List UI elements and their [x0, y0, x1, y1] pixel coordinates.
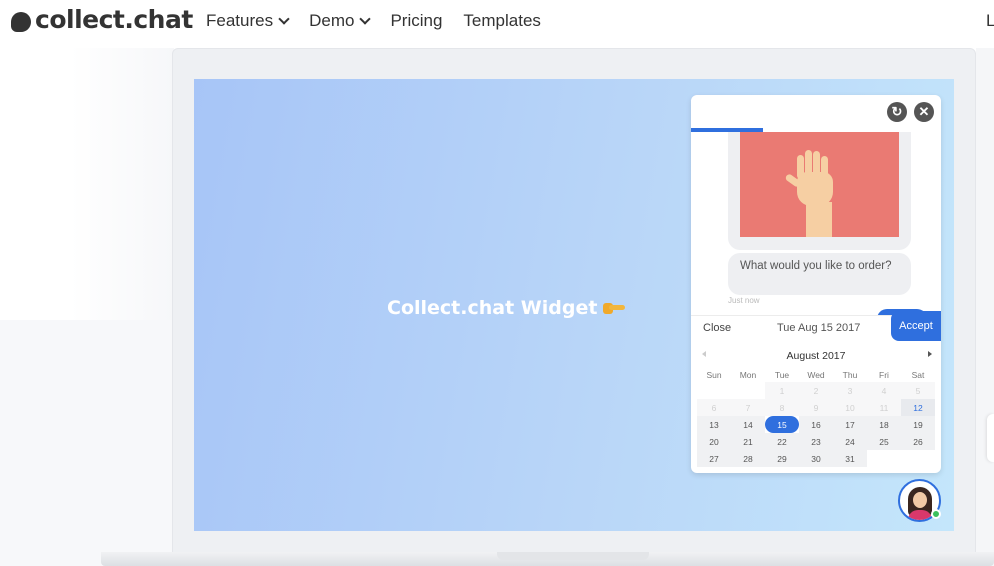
weekday-label: Sat: [911, 370, 925, 380]
weekday-header: Sun Mon Tue Wed Thu Fri Sat: [697, 370, 935, 380]
calendar-day-27[interactable]: 27: [697, 450, 731, 467]
waving-hand-image: [740, 132, 899, 237]
background-panel: [0, 320, 175, 566]
calendar-day-18[interactable]: 18: [867, 416, 901, 433]
close-icon: ✕: [918, 104, 930, 119]
nav-templates[interactable]: Templates: [463, 11, 540, 31]
logo[interactable]: collect.chat: [11, 5, 193, 34]
calendar-day-17[interactable]: 17: [833, 416, 867, 433]
calendar-day-31[interactable]: 31: [833, 450, 867, 467]
calendar-day-26[interactable]: 26: [901, 433, 935, 450]
calendar-day-13[interactable]: 13: [697, 416, 731, 433]
weekday-label: Fri: [879, 370, 889, 380]
calendar-day-24[interactable]: 24: [833, 433, 867, 450]
calendar-day-12[interactable]: 12: [901, 399, 935, 416]
nav-pricing[interactable]: Pricing: [390, 11, 442, 31]
calendar-empty-cell: [901, 450, 935, 467]
chat-bubble-icon: [11, 11, 31, 32]
nav-features[interactable]: Features: [206, 11, 290, 31]
calendar-day-28[interactable]: 28: [731, 450, 765, 467]
calendar-day-11: 11: [867, 399, 901, 416]
calendar-day-30[interactable]: 30: [799, 450, 833, 467]
refresh-icon: ↻: [891, 104, 903, 119]
date-picker-bar: Close Tue Aug 15 2017 Accept: [691, 311, 941, 341]
background-panel-right: [976, 48, 994, 566]
chevron-down-icon: [278, 13, 290, 25]
picker-close-button[interactable]: Close: [703, 322, 731, 334]
online-status-dot: [931, 509, 941, 519]
calendar-day-23[interactable]: 23: [799, 433, 833, 450]
nav-templates-label: Templates: [463, 11, 541, 30]
next-month-icon[interactable]: [928, 351, 932, 357]
accept-button[interactable]: Accept: [891, 311, 941, 341]
weekday-label: Mon: [739, 370, 757, 380]
calendar-day-10: 10: [833, 399, 867, 416]
nav-login-partial[interactable]: L: [986, 11, 994, 31]
calendar-day-5: 5: [901, 382, 935, 399]
refresh-button[interactable]: ↻: [887, 102, 907, 122]
weekday-label: Sun: [706, 370, 722, 380]
pointing-hand-icon: [603, 302, 626, 314]
weekday-label: Tue: [774, 370, 790, 380]
logo-text: collect.chat: [35, 5, 193, 34]
calendar-day-22[interactable]: 22: [765, 433, 799, 450]
calendar-day-19[interactable]: 19: [901, 416, 935, 433]
weekday-label: Wed: [807, 370, 825, 380]
close-chat-button[interactable]: ✕: [914, 102, 934, 122]
nav-links: Features Demo Pricing Templates: [206, 11, 541, 31]
calendar-day-14[interactable]: 14: [731, 416, 765, 433]
calendar-grid: 1 2 3 4 5 6 7 8 9 10 11 12 13 14 15 16 17 18 19 20 21 22 23 24 2…: [697, 382, 935, 467]
top-nav: collect.chat Features Demo Pricing Templ…: [0, 0, 994, 44]
nav-features-label: Features: [206, 11, 274, 30]
calendar-day-6: 6: [697, 399, 731, 416]
page: collect.chat Features Demo Pricing Templ…: [0, 0, 994, 566]
month-label: August 2017: [786, 350, 846, 362]
calendar-empty-cell: [867, 450, 901, 467]
chevron-down-icon: [359, 13, 372, 25]
laptop-notch: [497, 552, 649, 560]
calendar-day-1: 1: [765, 382, 799, 399]
nav-pricing-label: Pricing: [390, 11, 443, 30]
bot-message: What would you like to order?: [728, 253, 911, 295]
weekday-label: Thu: [842, 370, 858, 380]
calendar-day-21[interactable]: 21: [731, 433, 765, 450]
calendar-day-29[interactable]: 29: [765, 450, 799, 467]
message-timestamp: Just now: [728, 296, 760, 305]
calendar-day-16[interactable]: 16: [799, 416, 833, 433]
calendar-empty-cell: [697, 382, 731, 399]
month-navigator: August 2017: [691, 347, 941, 365]
calendar-day-20[interactable]: 20: [697, 433, 731, 450]
nav-demo[interactable]: Demo: [309, 11, 372, 31]
hero-widget-title-text: Collect.chat Widget: [387, 297, 598, 319]
calendar-day-2: 2: [799, 382, 833, 399]
calendar-day-9: 9: [799, 399, 833, 416]
nav-demo-label: Demo: [309, 11, 355, 30]
background-strip: [70, 48, 174, 320]
calendar-empty-cell: [731, 382, 765, 399]
calendar-day-4: 4: [867, 382, 901, 399]
chat-widget: ↻ ✕ What would you like to order? Just n…: [691, 95, 941, 473]
calendar-day-7: 7: [731, 399, 765, 416]
calendar-day-3: 3: [833, 382, 867, 399]
side-tab[interactable]: [987, 414, 994, 462]
calendar-day-25[interactable]: 25: [867, 433, 901, 450]
calendar-day-15[interactable]: 15: [765, 416, 799, 433]
calendar-day-8: 8: [765, 399, 799, 416]
hero-widget-title: Collect.chat Widget: [387, 297, 626, 319]
picker-selected-date: Tue Aug 15 2017: [777, 322, 861, 334]
